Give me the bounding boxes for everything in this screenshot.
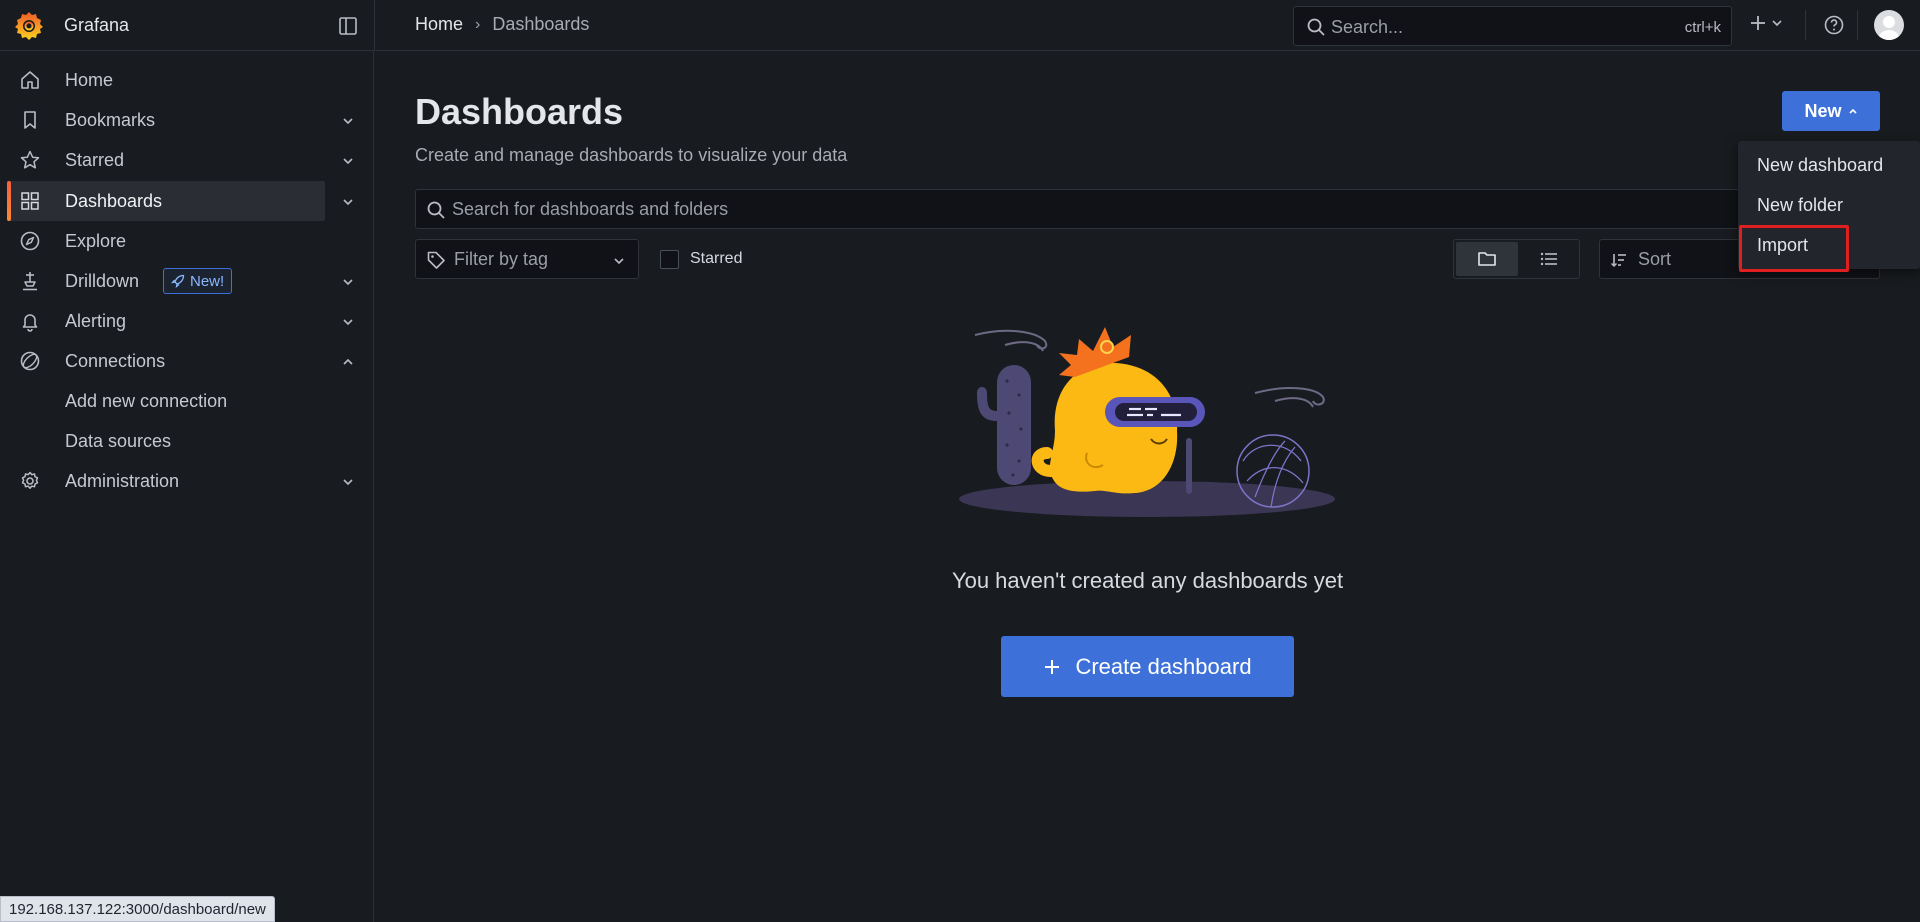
sidebar-item-administration[interactable]: Administration (0, 461, 374, 501)
create-dashboard-label: Create dashboard (1075, 653, 1252, 679)
sidebar-item-label: Alerting (65, 311, 127, 331)
tag-filter-select[interactable]: Filter by tag (415, 239, 639, 279)
new-button[interactable]: New (1782, 91, 1880, 131)
active-item-background (7, 181, 325, 221)
sidebar-subitem-data-sources[interactable]: Data sources (65, 431, 171, 452)
topbar-separator (1857, 10, 1858, 40)
sidebar-item-label: Connections (65, 351, 166, 371)
rocket-icon (171, 274, 185, 288)
brand[interactable]: Grafana (14, 10, 129, 40)
chevron-down-icon[interactable] (341, 315, 355, 329)
chevron-down-icon (614, 258, 624, 265)
tag-icon (427, 251, 445, 269)
sidebar-item-label: Explore (65, 231, 127, 251)
cog-icon (21, 471, 39, 489)
starred-checkbox-label[interactable]: Starred (690, 250, 742, 268)
top-bar: Grafana Home › Dashboards Search... ctrl… (0, 0, 1920, 51)
user-avatar[interactable] (1874, 10, 1904, 40)
bell-icon (22, 314, 38, 332)
page-subtitle: Create and manage dashboards to visualiz… (415, 145, 848, 165)
breadcrumb-current: Dashboards (492, 14, 590, 34)
breadcrumb-separator-icon: › (475, 15, 481, 33)
sidebar-item-home[interactable]: Home (0, 60, 374, 100)
folder-icon (1478, 252, 1496, 266)
main-content: Dashboards Create and manage dashboards … (375, 51, 1920, 922)
help-icon[interactable] (1823, 14, 1845, 36)
new-badge: New! (163, 268, 233, 294)
sidebar-subitem-add-new-connection[interactable]: Add new connection (65, 391, 227, 412)
grafana-logo-icon (15, 12, 43, 40)
compass-icon (20, 231, 40, 251)
search-icon (1307, 18, 1325, 36)
sort-placeholder: Sort (1638, 249, 1672, 269)
topbar-separator (1805, 10, 1806, 40)
sidebar-item-label: Drilldown (65, 271, 140, 291)
user-icon (1878, 16, 1900, 40)
chevron-down-icon[interactable] (341, 114, 355, 128)
folder-view-button[interactable] (1456, 242, 1518, 276)
dashboard-search-input[interactable]: Search for dashboards and folders (415, 189, 1880, 229)
connections-icon (20, 351, 40, 371)
global-search-input[interactable]: Search... ctrl+k (1293, 6, 1732, 46)
plus-icon (1751, 16, 1765, 30)
sidebar-item-drilldown[interactable]: Drilldown New! (0, 261, 374, 301)
sidebar-item-dashboards[interactable]: Dashboards (0, 181, 374, 221)
sidebar-item-explore[interactable]: Explore (0, 221, 374, 261)
add-new-menu-button[interactable] (1749, 14, 1783, 32)
sidebar-item-label: Starred (65, 150, 125, 170)
status-bar-url: 192.168.137.122:3000/dashboard/new (0, 896, 275, 922)
chevron-up-icon (1848, 108, 1857, 114)
new-button-label: New (1804, 100, 1842, 121)
view-toggle (1453, 239, 1580, 279)
empty-state-message: You haven't created any dashboards yet (951, 568, 1344, 593)
breadcrumb-home[interactable]: Home (415, 14, 463, 35)
plus-icon (1045, 659, 1060, 674)
page-title: Dashboards (415, 91, 624, 132)
home-icon (21, 71, 39, 89)
bookmark-icon (24, 111, 36, 129)
tag-filter-placeholder: Filter by tag (454, 249, 549, 269)
active-item-indicator (7, 181, 11, 221)
sidebar-item-bookmarks[interactable]: Bookmarks (0, 100, 374, 140)
grafana-app: Grafana Home › Dashboards Search... ctrl… (0, 0, 1920, 922)
sidebar: Home Bookmarks Starred Dashboards Explor… (0, 51, 374, 922)
chevron-down-icon[interactable] (341, 475, 355, 489)
dashboard-search-placeholder: Search for dashboards and folders (452, 199, 729, 219)
topbar-divider (374, 0, 375, 51)
sidebar-item-connections[interactable]: Connections (0, 341, 374, 381)
list-icon (1540, 252, 1557, 266)
dock-menu-icon[interactable] (337, 15, 359, 37)
sidebar-item-label: Bookmarks (65, 110, 156, 130)
sidebar-item-label: Dashboards (65, 191, 163, 211)
chevron-down-icon[interactable] (341, 154, 355, 168)
search-shortcut: ctrl+k (1684, 19, 1721, 36)
new-badge-label: New! (190, 272, 225, 290)
global-search-placeholder: Search... (1331, 17, 1404, 37)
chevron-down-icon (1772, 20, 1782, 27)
sort-amount-icon (1610, 254, 1626, 268)
app-name: Grafana (64, 14, 130, 35)
list-view-button[interactable] (1520, 242, 1578, 276)
search-icon (427, 201, 445, 219)
starred-checkbox[interactable] (660, 250, 679, 269)
menu-item-new-folder[interactable]: New folder (1757, 195, 1843, 216)
breadcrumb: Home › Dashboards (415, 14, 589, 35)
star-icon (20, 150, 40, 169)
sidebar-item-starred[interactable]: Starred (0, 140, 374, 180)
chevron-up-icon[interactable] (341, 355, 355, 369)
empty-state-illustration (959, 327, 1335, 517)
menu-item-new-dashboard[interactable]: New dashboard (1757, 155, 1883, 176)
chevron-down-icon[interactable] (341, 195, 355, 209)
sidebar-item-label: Home (65, 70, 114, 90)
import-highlight-box (1739, 225, 1849, 272)
sidebar-item-alerting[interactable]: Alerting (0, 301, 374, 341)
chevron-down-icon[interactable] (341, 275, 355, 289)
sidebar-item-label: Administration (65, 471, 180, 491)
drilldown-icon (23, 272, 37, 291)
create-dashboard-button[interactable]: Create dashboard (1001, 636, 1294, 697)
apps-icon (21, 192, 39, 210)
